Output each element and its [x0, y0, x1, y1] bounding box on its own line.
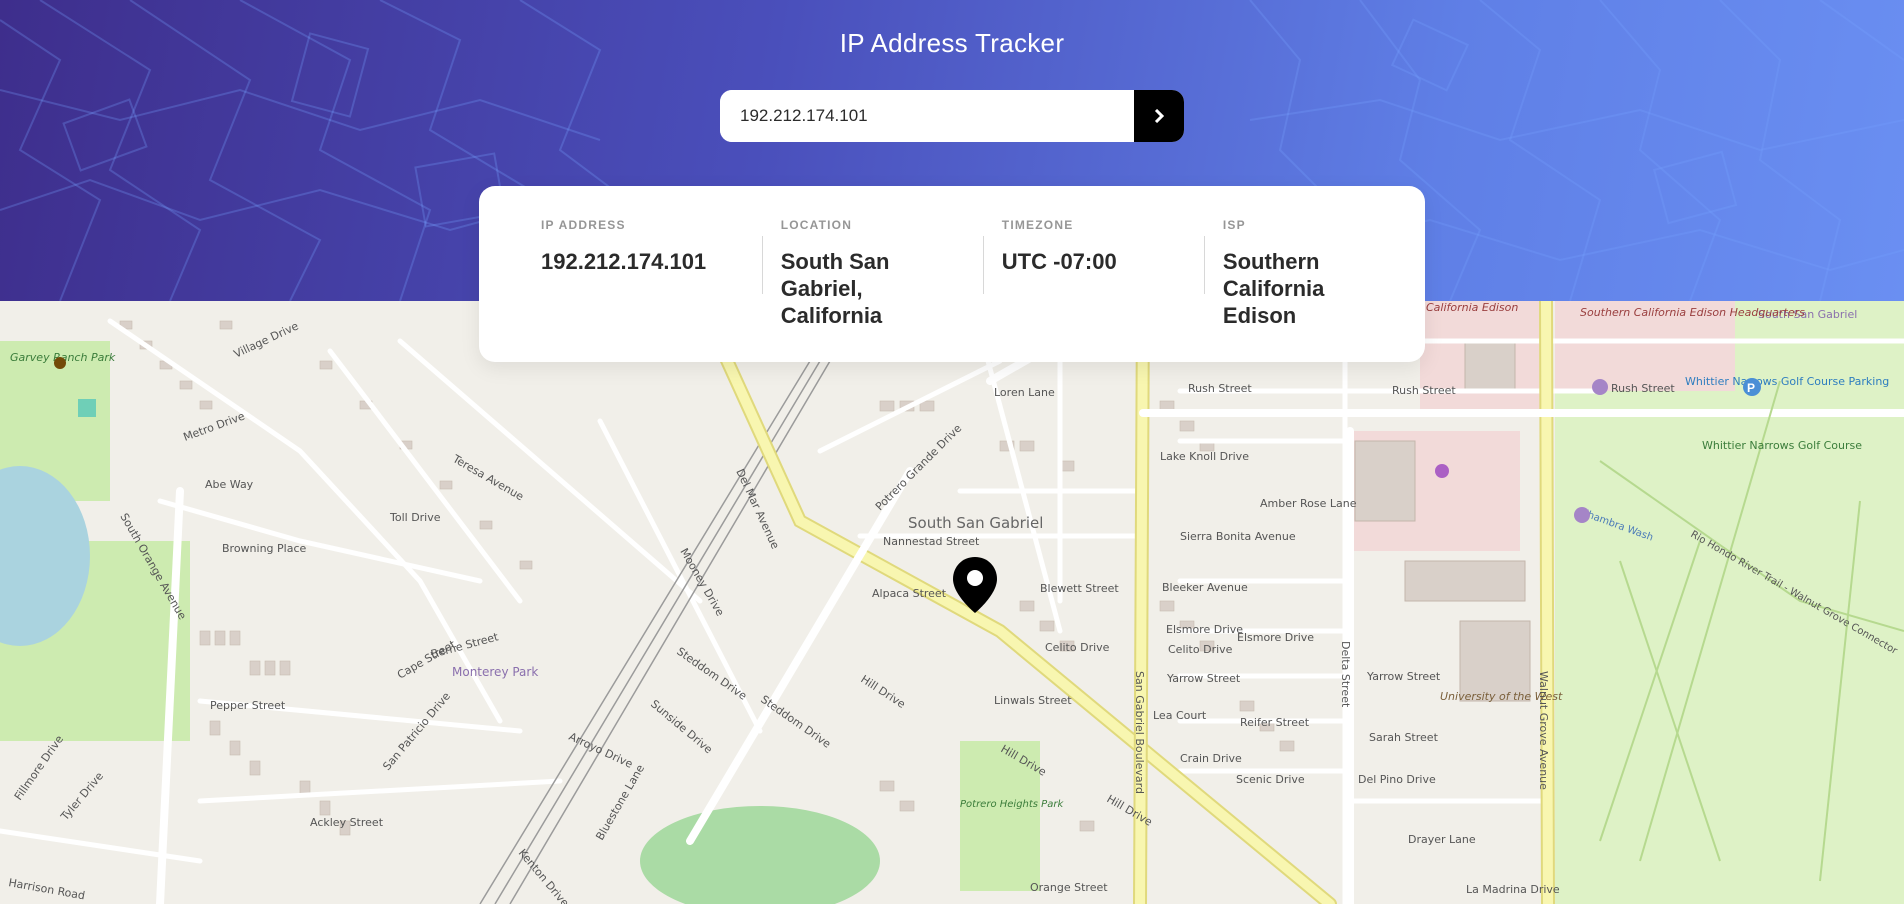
- map-label-sce: California Edison: [1426, 301, 1518, 314]
- street-amber-rose: Amber Rose Lane: [1260, 497, 1357, 510]
- museum-icon: [54, 357, 66, 369]
- chevron-right-icon: [1154, 109, 1164, 123]
- street-bluestone: Bluestone Lane: [593, 762, 647, 842]
- street-yarrow: Yarrow Street: [1166, 672, 1241, 685]
- street-pepper: Pepper Street: [210, 699, 286, 712]
- ip-address-value: 192.212.174.101: [541, 249, 707, 274]
- street-scenic: Scenic Drive: [1236, 773, 1305, 786]
- street-sunside: Sunside Drive: [648, 697, 715, 756]
- street-rush: Rush Street: [1392, 384, 1456, 397]
- map-label-south-san-gabriel: South San Gabriel: [908, 514, 1043, 532]
- street-san-gabriel-blvd: San Gabriel Boulevard: [1133, 671, 1146, 794]
- street-walnut-grove: Walnut Grove Avenue: [1537, 671, 1550, 790]
- street-elsmore-2: Elsmore Drive: [1237, 631, 1314, 644]
- building: [1354, 440, 1416, 522]
- submit-search-button[interactable]: [1134, 90, 1184, 142]
- street-del-pino: Del Pino Drive: [1358, 773, 1436, 786]
- street-hill-drive: Hill Drive: [858, 673, 907, 711]
- street-kenton: Kenton Drive: [516, 847, 572, 904]
- golf-course-area: [1555, 301, 1904, 904]
- street-celito: Celito Drive: [1045, 641, 1110, 654]
- ip-address-label: IP ADDRESS: [541, 218, 626, 232]
- ip-info-card: IP ADDRESS 192.212.174.101 LOCATION Sout…: [479, 186, 1425, 362]
- street-potrero-grande: Potrero Grande Drive: [873, 422, 965, 514]
- street-loren: Loren Lane: [994, 386, 1055, 399]
- map-label-monterey-park: Monterey Park: [452, 665, 538, 679]
- isp-cell: ISP Southern California Edison: [1203, 218, 1425, 362]
- street-harrison: Harrison Road: [7, 876, 86, 902]
- street-alpaca: Alpaca Street: [872, 587, 947, 600]
- isp-value: Southern California Edison: [1222, 249, 1325, 328]
- street-linwals: Linwals Street: [994, 694, 1072, 707]
- street-sierra-bonita: Sierra Bonita Avenue: [1180, 530, 1296, 543]
- street-bleeker: Bleeker Avenue: [1162, 581, 1248, 594]
- ip-search-form: [720, 90, 1184, 142]
- timezone-value: UTC -07:00: [1001, 249, 1117, 274]
- street-crain: Crain Drive: [1180, 752, 1242, 765]
- street-blewett: Blewett Street: [1040, 582, 1119, 595]
- timezone-label: TIMEZONE: [1001, 218, 1074, 232]
- street-metro: Metro Drive: [182, 409, 247, 443]
- page-title: IP Address Tracker: [839, 28, 1065, 58]
- street-rush-3: Rush Street: [1188, 382, 1252, 395]
- street-toll: Toll Drive: [389, 511, 441, 524]
- location-cell: LOCATION South San Gabriel, California: [761, 218, 983, 362]
- street-steddom: Steddom Drive: [674, 645, 749, 703]
- street-lake-knoll: Lake Knoll Drive: [1160, 450, 1249, 463]
- street-village: Village Drive: [232, 319, 301, 360]
- street-browning: Browning Place: [222, 542, 307, 555]
- street-reifer: Reifer Street: [1240, 716, 1310, 729]
- street-san-patricio: San Patricio Drive: [380, 690, 453, 773]
- park-area: [640, 806, 880, 904]
- street-rush-2: Rush Street: [1611, 382, 1675, 395]
- street-arroyo: Arroyo Drive: [567, 730, 635, 771]
- location-value: South San Gabriel, California: [780, 249, 890, 328]
- map-label-whittier-golf: Whittier Narrows Golf Course: [1702, 439, 1862, 452]
- street-orange: Orange Street: [1030, 881, 1108, 894]
- street-celito-2: Celito Drive: [1168, 643, 1233, 656]
- street-lea-court: Lea Court: [1153, 709, 1207, 722]
- map-label-whittier-parking: Whittier Narrows Golf Course Parking: [1685, 375, 1889, 388]
- building: [1459, 620, 1531, 702]
- building: [1464, 340, 1516, 392]
- shopping-icon: [1435, 464, 1449, 478]
- hospital-icon: [1592, 379, 1608, 395]
- ip-address-cell: IP ADDRESS 192.212.174.101: [541, 218, 762, 362]
- pool-icon: [78, 399, 96, 417]
- street-elsmore: Elsmore Drive: [1166, 623, 1243, 636]
- location-label: LOCATION: [780, 218, 853, 232]
- street-steddom-2: Steddom Drive: [758, 693, 833, 751]
- street-nannestad: Nannestad Street: [883, 535, 980, 548]
- street-drayer: Drayer Lane: [1408, 833, 1476, 846]
- street-cape: Cape Street: [395, 637, 458, 681]
- map-label-potrero-park: Potrero Heights Park: [960, 799, 1064, 810]
- street-la-madrina: La Madrina Drive: [1466, 883, 1560, 896]
- timezone-cell: TIMEZONE UTC -07:00: [982, 218, 1204, 362]
- building: [1404, 560, 1526, 602]
- street-yarrow-2: Yarrow Street: [1366, 670, 1441, 683]
- app-root: IP Address Tracker IP ADDRESS 192.212.17…: [0, 0, 1904, 904]
- street-ackley: Ackley Street: [310, 816, 384, 829]
- svg-text:P: P: [1747, 381, 1755, 395]
- street-teresa: Teresa Avenue: [450, 452, 526, 504]
- street-abe: Abe Way: [205, 478, 254, 491]
- map-canvas[interactable]: South San Gabriel South San Gabriel Garv…: [0, 301, 1904, 904]
- street-delta: Delta Street: [1339, 641, 1352, 708]
- street-fillmore: Fillmore Drive: [12, 733, 66, 803]
- isp-label: ISP: [1222, 218, 1246, 232]
- map-label-sce-hq: Southern California Edison Headquarters: [1580, 306, 1805, 319]
- ip-search-input[interactable]: [720, 90, 1134, 142]
- street-tyler: Tyler Drive: [58, 769, 106, 823]
- street-sarah: Sarah Street: [1369, 731, 1439, 744]
- map-view[interactable]: South San Gabriel South San Gabriel Garv…: [0, 301, 1904, 904]
- hospital-icon: [1574, 507, 1590, 523]
